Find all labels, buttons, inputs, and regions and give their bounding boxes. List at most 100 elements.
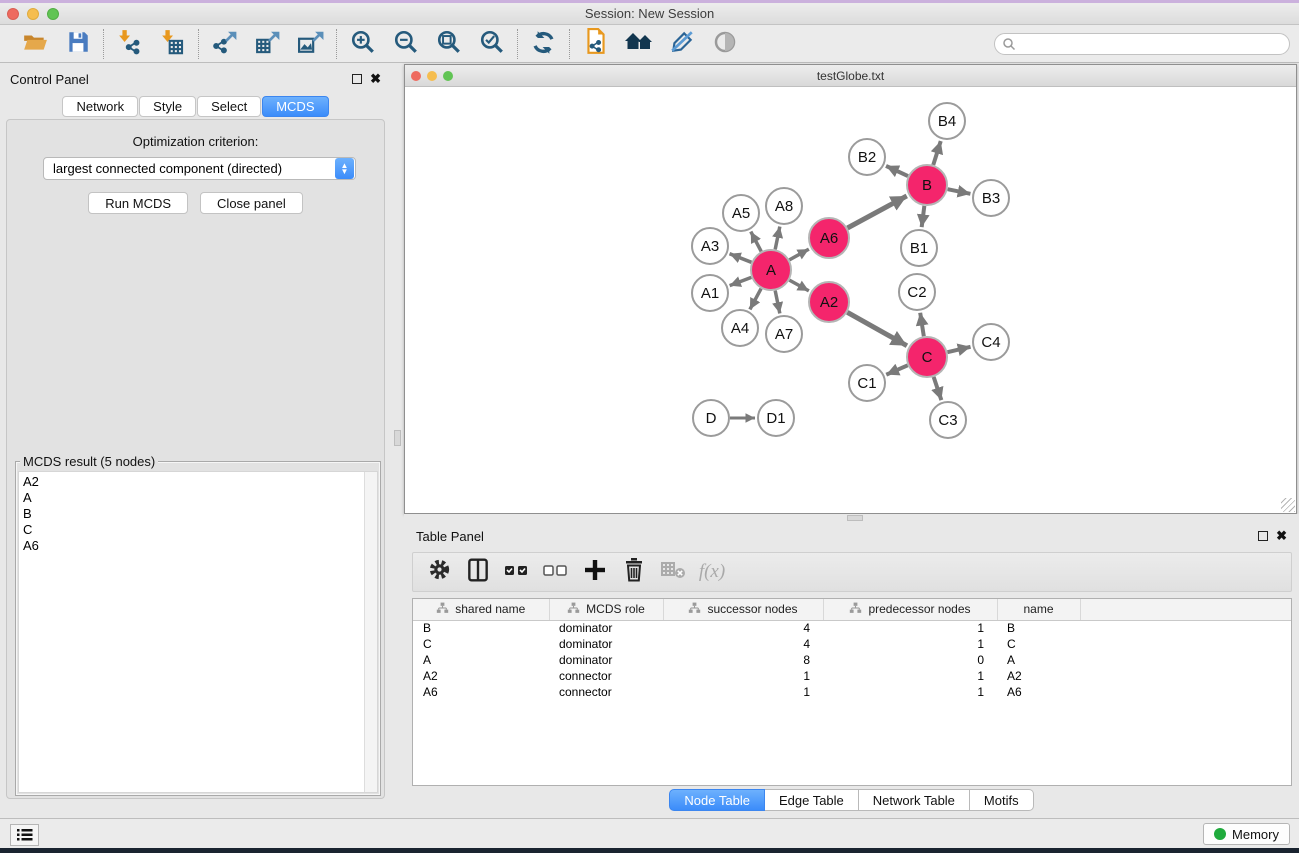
mcds-result-item[interactable]: A2 bbox=[23, 474, 377, 490]
memory-button[interactable]: Memory bbox=[1203, 823, 1290, 845]
horizontal-splitter[interactable] bbox=[404, 514, 1299, 522]
select-all-button[interactable] bbox=[501, 557, 533, 587]
graph-edge-A-A5[interactable] bbox=[751, 232, 761, 252]
float-panel-icon[interactable] bbox=[352, 74, 362, 84]
network-canvas[interactable]: B4B2BB3A8A5A6A3B1AA1C2A2A4A7C4CC1C3DD1 bbox=[405, 87, 1296, 514]
mcds-result-list[interactable]: A2ABCA6 bbox=[18, 471, 378, 793]
table-cell[interactable]: A bbox=[997, 652, 1080, 668]
export-network-button[interactable] bbox=[206, 28, 243, 60]
import-network-button[interactable] bbox=[111, 28, 148, 60]
tab-style[interactable]: Style bbox=[139, 96, 196, 117]
table-row[interactable]: Adominator80A bbox=[413, 652, 1291, 668]
table-row[interactable]: Bdominator41B bbox=[413, 620, 1291, 636]
column-header-successor-nodes[interactable]: successor nodes bbox=[663, 599, 823, 620]
table-cell[interactable]: dominator bbox=[549, 636, 663, 652]
mcds-result-item[interactable]: C bbox=[23, 522, 377, 538]
graph-edge-C-C4[interactable] bbox=[947, 347, 970, 352]
deselect-all-button[interactable] bbox=[540, 557, 572, 587]
graph-edge-B-B3[interactable] bbox=[948, 189, 971, 194]
table-cell[interactable]: A bbox=[413, 652, 549, 668]
close-panel-icon[interactable]: ✖ bbox=[1276, 531, 1287, 541]
table-cell[interactable]: 1 bbox=[823, 620, 997, 636]
import-table-button[interactable] bbox=[154, 28, 191, 60]
table-cell[interactable]: 8 bbox=[663, 652, 823, 668]
table-cell[interactable]: connector bbox=[549, 668, 663, 684]
open-session-button[interactable] bbox=[577, 28, 614, 60]
search-input[interactable] bbox=[994, 33, 1290, 55]
zoom-out-button[interactable] bbox=[387, 28, 424, 60]
export-image-button[interactable] bbox=[292, 28, 329, 60]
graph-edge-A-A3[interactable] bbox=[730, 254, 752, 263]
table-cell[interactable]: 4 bbox=[663, 620, 823, 636]
graph-edge-A-A4[interactable] bbox=[750, 289, 761, 310]
delete-button[interactable] bbox=[618, 557, 650, 587]
tab-motifs[interactable]: Motifs bbox=[970, 789, 1034, 811]
run-mcds-button[interactable]: Run MCDS bbox=[88, 192, 188, 214]
mcds-result-item[interactable]: A6 bbox=[23, 538, 377, 554]
graph-edge-B-B2[interactable] bbox=[886, 166, 908, 176]
graph-edge-A6-B[interactable] bbox=[847, 196, 906, 228]
column-button[interactable] bbox=[462, 557, 494, 587]
close-window-button[interactable] bbox=[7, 8, 19, 20]
table-cell[interactable]: 1 bbox=[663, 684, 823, 700]
node-table[interactable]: shared name MCDS role successor nodes pr… bbox=[412, 598, 1292, 786]
table-cell[interactable]: 1 bbox=[663, 668, 823, 684]
tab-node-table[interactable]: Node Table bbox=[669, 789, 765, 811]
tab-edge-table[interactable]: Edge Table bbox=[765, 789, 859, 811]
graph-edge-B-B4[interactable] bbox=[933, 141, 940, 165]
export-table-button[interactable] bbox=[249, 28, 286, 60]
graph-edge-A2-C[interactable] bbox=[847, 312, 907, 345]
graph-edge-C-C1[interactable] bbox=[886, 365, 907, 374]
table-cell[interactable]: A6 bbox=[997, 684, 1080, 700]
save-session-button[interactable] bbox=[59, 28, 96, 60]
table-cell[interactable]: 0 bbox=[823, 652, 997, 668]
table-cell[interactable]: 1 bbox=[823, 636, 997, 652]
table-cell[interactable]: C bbox=[997, 636, 1080, 652]
network-minimize-button[interactable] bbox=[427, 71, 437, 81]
maximize-window-button[interactable] bbox=[47, 8, 59, 20]
graph-edge-B-B1[interactable] bbox=[922, 206, 925, 227]
table-cell[interactable]: 1 bbox=[823, 684, 997, 700]
refresh-layout-button[interactable] bbox=[525, 28, 562, 60]
close-panel-icon[interactable]: ✖ bbox=[370, 74, 381, 84]
table-cell[interactable]: B bbox=[413, 620, 549, 636]
tab-network-table[interactable]: Network Table bbox=[859, 789, 970, 811]
table-row[interactable]: A2connector11A2 bbox=[413, 668, 1291, 684]
table-cell[interactable]: B bbox=[997, 620, 1080, 636]
table-cell[interactable]: dominator bbox=[549, 620, 663, 636]
close-panel-button[interactable]: Close panel bbox=[200, 192, 303, 214]
task-history-button[interactable] bbox=[10, 824, 39, 846]
graph-edge-A-A8[interactable] bbox=[775, 227, 780, 250]
criterion-select[interactable]: largest connected component (directed) ▲… bbox=[43, 157, 356, 180]
graph-edge-A-A6[interactable] bbox=[789, 249, 808, 260]
tab-mcds[interactable]: MCDS bbox=[262, 96, 328, 117]
network-maximize-button[interactable] bbox=[443, 71, 453, 81]
column-header-predecessor-nodes[interactable]: predecessor nodes bbox=[823, 599, 997, 620]
column-header-MCDS-role[interactable]: MCDS role bbox=[549, 599, 663, 620]
graph-edge-A-A1[interactable] bbox=[730, 277, 752, 285]
table-cell[interactable]: dominator bbox=[549, 652, 663, 668]
tab-select[interactable]: Select bbox=[197, 96, 261, 117]
tab-network[interactable]: Network bbox=[62, 96, 138, 117]
mcds-list-scrollbar[interactable] bbox=[364, 472, 377, 792]
home-button[interactable] bbox=[620, 28, 657, 60]
table-cell[interactable]: A2 bbox=[413, 668, 549, 684]
table-row[interactable]: A6connector11A6 bbox=[413, 684, 1291, 700]
hide-edit-button[interactable] bbox=[663, 28, 700, 60]
column-header-name[interactable]: name bbox=[997, 599, 1080, 620]
network-close-button[interactable] bbox=[411, 71, 421, 81]
table-cell[interactable]: 1 bbox=[823, 668, 997, 684]
column-header-shared-name[interactable]: shared name bbox=[413, 599, 549, 620]
graph-edge-C-C3[interactable] bbox=[934, 377, 942, 400]
table-row[interactable]: Cdominator41C bbox=[413, 636, 1291, 652]
table-cell[interactable]: 4 bbox=[663, 636, 823, 652]
table-cell[interactable]: A6 bbox=[413, 684, 549, 700]
minimize-window-button[interactable] bbox=[27, 8, 39, 20]
graph-edge-A-A7[interactable] bbox=[775, 291, 780, 314]
zoom-fit-button[interactable] bbox=[430, 28, 467, 60]
graph-edge-C-C2[interactable] bbox=[920, 313, 924, 336]
table-cell[interactable]: A2 bbox=[997, 668, 1080, 684]
mcds-result-item[interactable]: B bbox=[23, 506, 377, 522]
table-cell[interactable]: C bbox=[413, 636, 549, 652]
splitter-grip[interactable] bbox=[394, 430, 401, 446]
